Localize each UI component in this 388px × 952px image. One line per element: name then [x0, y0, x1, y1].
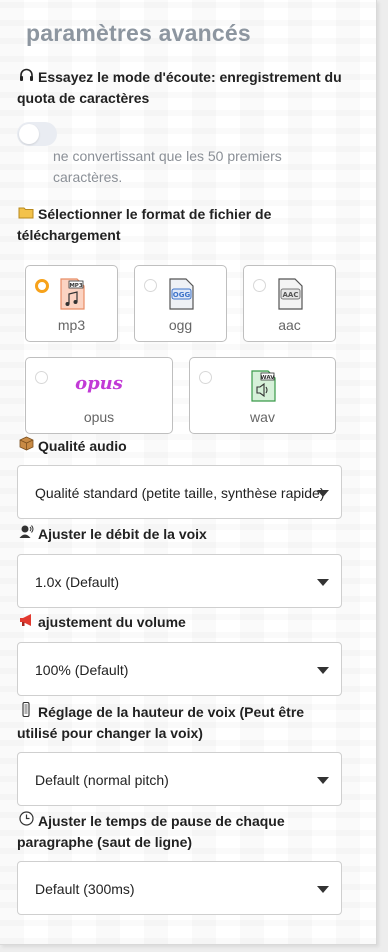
- voice-rate-value: 1.0x (Default): [35, 574, 120, 590]
- svg-text:WAV: WAV: [260, 375, 275, 381]
- format-name-wav: wav: [250, 409, 275, 425]
- chevron-down-icon: [317, 490, 329, 497]
- chevron-down-icon: [317, 886, 329, 893]
- headphones-icon: [17, 67, 35, 88]
- pitch-value: Default (normal pitch): [35, 772, 169, 788]
- radio-ogg[interactable]: [144, 279, 157, 292]
- radio-wav[interactable]: [199, 371, 212, 384]
- voice-rate-label: Ajuster le débit de la voix: [17, 524, 347, 545]
- svg-text:AAC: AAC: [282, 291, 298, 299]
- advanced-settings-panel: paramètres avancés Essayez le mode d'éco…: [0, 0, 377, 945]
- volume-select[interactable]: 100% (Default): [17, 642, 342, 696]
- listen-mode-label: Essayez le mode d'écoute: enregistrement…: [17, 67, 347, 109]
- megaphone-icon: [17, 612, 35, 633]
- format-option-aac[interactable]: AAC aac: [243, 265, 336, 342]
- voice-rate-select[interactable]: 1.0x (Default): [17, 554, 342, 608]
- pitch-text: Réglage de la hauteur de voix (Peut être…: [17, 704, 305, 741]
- pause-text: Ajuster le temps de pause de chaque para…: [17, 813, 285, 850]
- chevron-down-icon: [317, 777, 329, 784]
- chevron-down-icon: [317, 667, 329, 674]
- audio-quality-value: Qualité standard (petite taille, synthès…: [35, 485, 325, 501]
- svg-text:MP3: MP3: [69, 283, 83, 289]
- aac-file-icon: AAC: [277, 278, 303, 310]
- format-name-aac: aac: [278, 317, 301, 333]
- format-option-mp3[interactable]: MP3 mp3: [25, 265, 118, 342]
- voice-rate-text: Ajuster le débit de la voix: [38, 526, 207, 542]
- folder-icon: [17, 204, 35, 225]
- pitch-select[interactable]: Default (normal pitch): [17, 752, 342, 806]
- pause-value: Default (300ms): [35, 881, 135, 897]
- audio-quality-label: Qualité audio: [17, 436, 347, 457]
- listen-mode-toggle[interactable]: [17, 122, 57, 146]
- radio-mp3[interactable]: [35, 279, 49, 293]
- format-option-wav[interactable]: WAV wav: [189, 357, 336, 434]
- format-option-opus[interactable]: opus opus: [25, 357, 173, 434]
- volume-label: ajustement du volume: [17, 612, 347, 633]
- volume-text: ajustement du volume: [38, 614, 186, 630]
- radio-aac[interactable]: [253, 279, 266, 292]
- format-name-opus: opus: [83, 409, 115, 425]
- section-title: paramètres avancés: [26, 20, 251, 46]
- pitch-label: Réglage de la hauteur de voix (Peut être…: [17, 701, 347, 744]
- chevron-down-icon: [317, 579, 329, 586]
- package-icon: [17, 436, 35, 457]
- pause-label: Ajuster le temps de pause de chaque para…: [17, 811, 347, 853]
- format-name-mp3: mp3: [57, 317, 86, 333]
- thermometer-icon: [17, 701, 35, 723]
- listen-mode-hint: ne convertissant que les 50 premiers car…: [53, 148, 282, 185]
- format-option-ogg[interactable]: OGG ogg: [134, 265, 227, 342]
- opus-logo-icon: opus: [75, 373, 123, 394]
- volume-value: 100% (Default): [35, 662, 129, 678]
- clock-icon: [17, 811, 35, 832]
- file-format-text: Sélectionner le format de fichier de tél…: [17, 206, 272, 243]
- wav-file-icon: WAV: [250, 370, 276, 402]
- listen-mode-text: Essayez le mode d'écoute: enregistrement…: [17, 69, 342, 106]
- audio-quality-select[interactable]: Qualité standard (petite taille, synthès…: [17, 465, 342, 519]
- mp3-file-icon: MP3: [59, 278, 85, 310]
- format-name-ogg: ogg: [168, 317, 193, 333]
- ogg-file-icon: OGG: [168, 278, 194, 310]
- speaker-person-icon: [17, 524, 35, 545]
- svg-text:OGG: OGG: [172, 291, 190, 299]
- audio-quality-text: Qualité audio: [38, 438, 127, 454]
- pause-select[interactable]: Default (300ms): [17, 861, 342, 915]
- toggle-knob: [19, 124, 39, 144]
- file-format-label: Sélectionner le format de fichier de tél…: [17, 204, 347, 246]
